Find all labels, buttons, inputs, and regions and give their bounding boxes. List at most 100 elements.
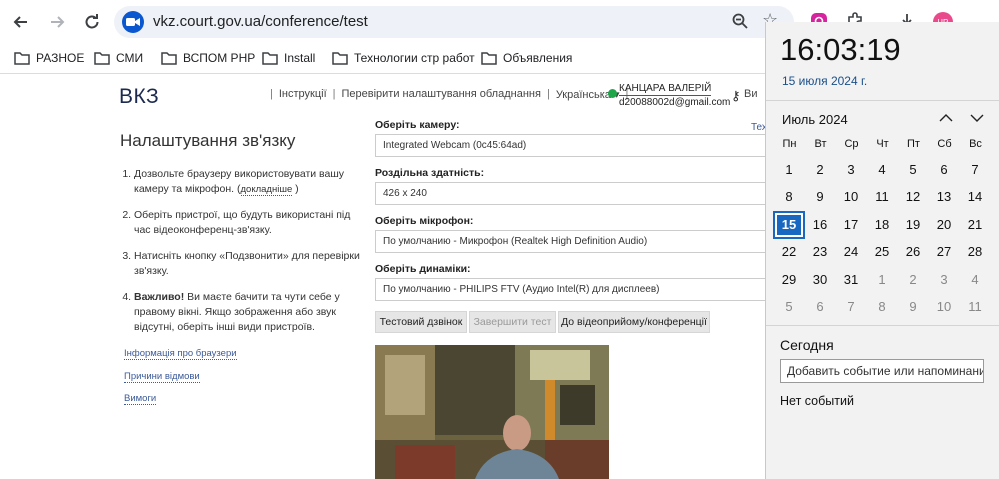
calendar-day[interactable]: 15 [773, 211, 805, 239]
reload-icon [85, 14, 99, 29]
calendar-day[interactable]: 25 [868, 240, 896, 264]
add-event-input[interactable]: Добавить событие или напоминание [780, 359, 984, 383]
calendar-day[interactable]: 12 [899, 185, 927, 209]
bookmark-folder[interactable]: ВСПОМ PHP [161, 51, 255, 65]
weekday-label: Пн [782, 138, 797, 150]
step-text: Оберіть пристрої, що будуть використані … [134, 209, 351, 236]
browser-info-link[interactable]: Інформація про браузери [124, 348, 237, 360]
calendar-day[interactable]: 1 [868, 268, 896, 292]
resolution-select[interactable]: 426 x 240 [375, 182, 767, 205]
calendar-day[interactable]: 2 [899, 268, 927, 292]
folder-icon [14, 51, 30, 65]
calendar-day[interactable]: 4 [868, 158, 896, 182]
requirements-link[interactable]: Вимоги [124, 393, 157, 405]
calendar-day[interactable]: 8 [775, 185, 803, 209]
calendar-day[interactable]: 7 [837, 295, 865, 319]
more-link[interactable]: докладніше [240, 184, 293, 196]
test-call-button[interactable]: Тестовий дзвінок [375, 311, 467, 333]
bookmark-folder[interactable]: Технологии стр работ [332, 51, 475, 65]
calendar-day[interactable]: 7 [961, 158, 989, 182]
forward-arrow-icon [51, 16, 65, 28]
refusal-reasons-link[interactable]: Причини відмови [124, 371, 200, 383]
calendar-day[interactable]: 24 [837, 240, 865, 264]
webcam-image [375, 345, 609, 479]
calendar-day[interactable]: 26 [899, 240, 927, 264]
month-title[interactable]: Июль 2024 [782, 112, 848, 127]
calendar-day[interactable]: 21 [961, 213, 989, 237]
calendar-day[interactable]: 28 [961, 240, 989, 264]
language-label: Українська [555, 89, 611, 101]
calendar-day[interactable]: 31 [837, 268, 865, 292]
site-logo[interactable]: ВКЗ [119, 85, 159, 109]
nav-cut-item[interactable]: Ви [744, 88, 757, 100]
weekday-label: Чт [876, 138, 889, 150]
calendar-day[interactable]: 2 [806, 158, 834, 182]
calendar-day[interactable]: 13 [930, 185, 958, 209]
calendar-day[interactable]: 16 [806, 213, 834, 237]
key-icon[interactable]: ⚷ [731, 89, 741, 104]
nav-check-equipment[interactable]: Перевірити налаштування обладнання [342, 88, 541, 101]
calendar-day[interactable]: 5 [775, 295, 803, 319]
calendar-day[interactable]: 11 [868, 185, 896, 209]
calendar-day[interactable]: 1 [775, 158, 803, 182]
bookmark-folder[interactable]: Объявления [481, 51, 572, 65]
step-tail: ) [295, 183, 299, 195]
previous-month-button[interactable] [936, 108, 956, 128]
calendar-day[interactable]: 6 [806, 295, 834, 319]
folder-icon [481, 51, 497, 65]
bookmark-folder[interactable]: Install [262, 51, 315, 65]
nav-instructions[interactable]: Інструкції [279, 88, 327, 101]
calendar-day[interactable]: 17 [837, 213, 865, 237]
bookmark-folder[interactable]: СМИ [94, 51, 143, 65]
back-arrow-icon [13, 16, 27, 28]
calendar-day[interactable]: 19 [899, 213, 927, 237]
calendar-day[interactable]: 3 [930, 268, 958, 292]
calendar-day[interactable]: 29 [775, 268, 803, 292]
speakers-label: Оберіть динаміки: [375, 263, 471, 275]
calendar-day[interactable]: 23 [806, 240, 834, 264]
folder-icon [161, 51, 177, 65]
calendar-day[interactable]: 5 [899, 158, 927, 182]
next-month-button[interactable] [967, 108, 987, 128]
calendar-day[interactable]: 27 [930, 240, 958, 264]
step-text: Дозвольте браузеру використовувати вашу … [134, 168, 345, 195]
camera-select[interactable]: Integrated Webcam (0c45:64ad) [375, 134, 767, 157]
go-to-conference-button[interactable]: До відеоприйому/конференції [558, 311, 710, 333]
bookmark-folder[interactable]: РАЗНОЕ [14, 51, 84, 65]
calendar-day[interactable]: 6 [930, 158, 958, 182]
calendar-day[interactable]: 10 [837, 185, 865, 209]
list-item: Оберіть пристрої, що будуть використані … [134, 208, 360, 238]
resolution-label: Роздільна здатність: [375, 167, 485, 179]
calendar-day[interactable]: 9 [899, 295, 927, 319]
reload-button[interactable] [80, 10, 104, 34]
weekday-label: Пт [907, 138, 920, 150]
calendar-day[interactable]: 18 [868, 213, 896, 237]
calendar-day[interactable]: 10 [930, 295, 958, 319]
bookmark-label: ВСПОМ PHP [183, 51, 256, 65]
forward-button[interactable] [45, 10, 69, 34]
calendar-day[interactable]: 8 [868, 295, 896, 319]
weekday-label: Вт [814, 138, 827, 150]
calendar-day[interactable]: 14 [961, 185, 989, 209]
camera-label: Оберіть камеру: [375, 119, 460, 131]
microphone-select[interactable]: По умолчанию - Микрофон (Realtek High De… [375, 230, 767, 253]
current-time: 16:03:19 [780, 32, 901, 67]
video-camera-icon [122, 11, 144, 33]
end-test-button[interactable]: Завершити тест [469, 311, 556, 333]
calendar-day[interactable]: 9 [806, 185, 834, 209]
calendar-day[interactable]: 11 [961, 295, 989, 319]
calendar-day[interactable]: 4 [961, 268, 989, 292]
address-bar[interactable]: vkz.court.gov.ua/conference/test ☆ [114, 6, 794, 38]
user-name: КАНЦАРА ВАЛЕРІЙ [619, 83, 712, 96]
zoom-icon[interactable] [731, 12, 749, 34]
today-heading: Сегодня [780, 337, 834, 353]
calendar-day[interactable]: 20 [930, 213, 958, 237]
nav-separator: | [332, 88, 336, 100]
calendar-day[interactable]: 22 [775, 240, 803, 264]
current-date[interactable]: 15 июля 2024 г. [782, 74, 867, 88]
back-button[interactable] [9, 10, 33, 34]
speakers-select[interactable]: По умолчанию - PHILIPS FTV (Аудио Intel(… [375, 278, 767, 301]
folder-icon [332, 51, 348, 65]
calendar-day[interactable]: 30 [806, 268, 834, 292]
calendar-day[interactable]: 3 [837, 158, 865, 182]
